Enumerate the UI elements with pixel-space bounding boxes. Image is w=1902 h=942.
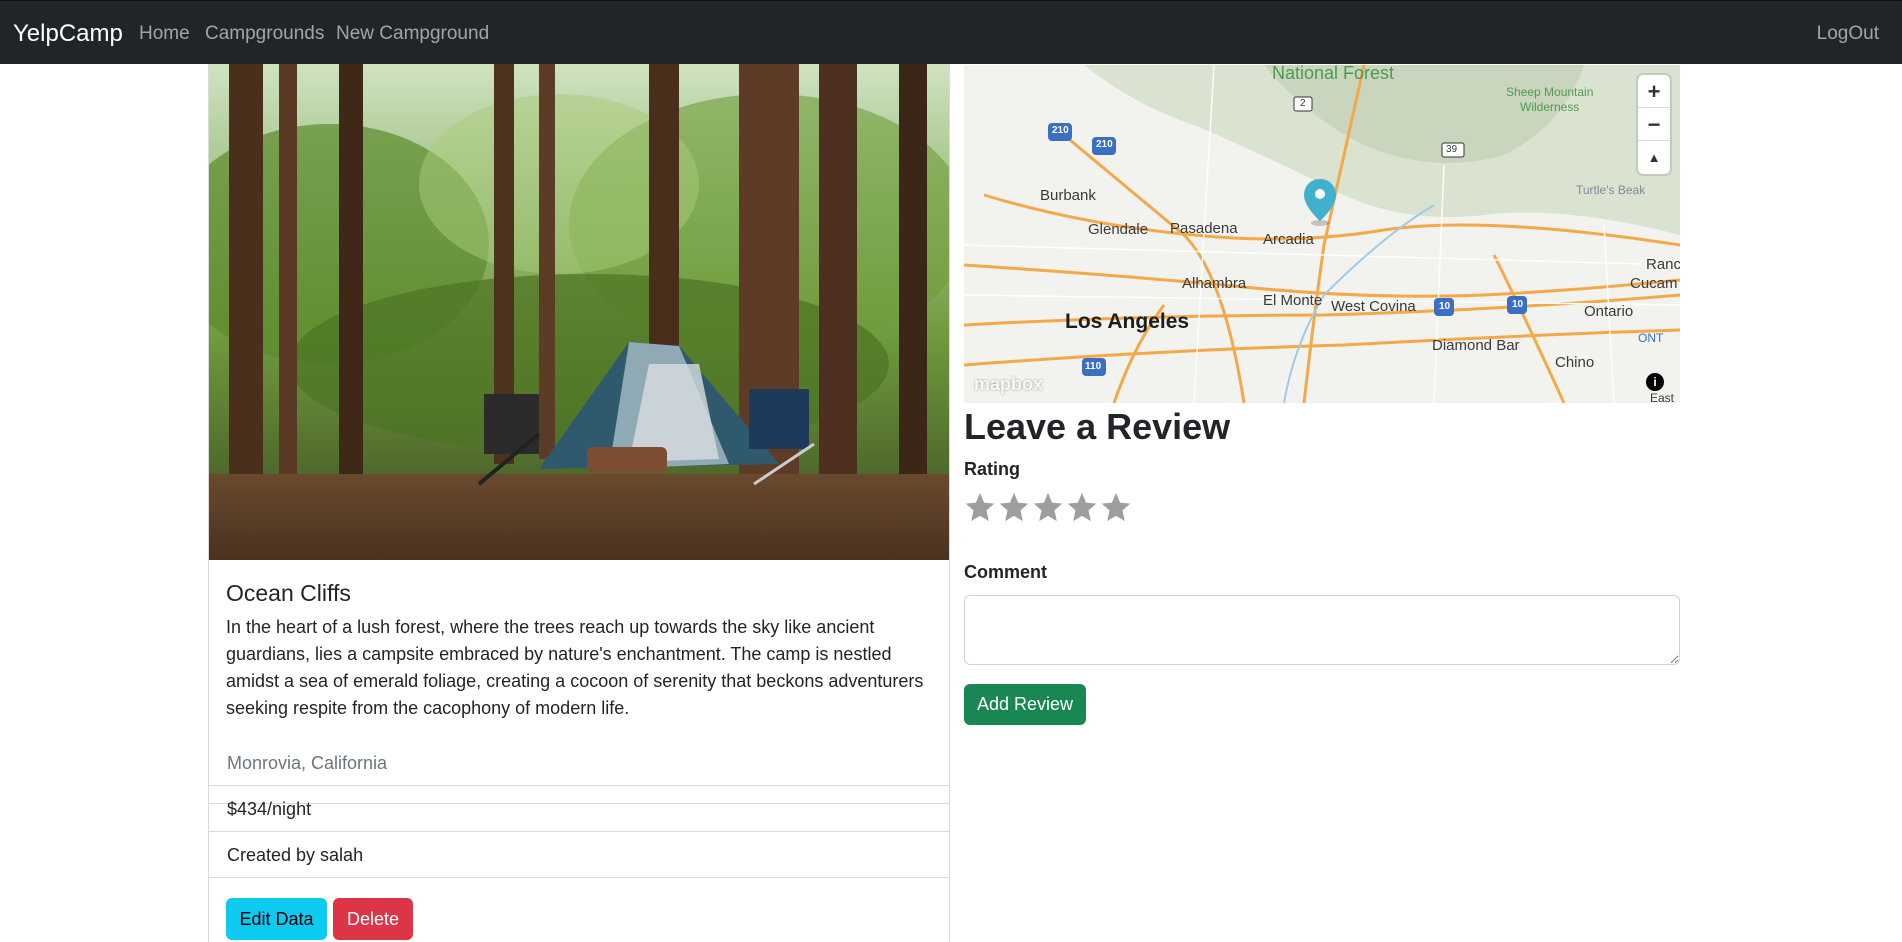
mapbox-logo[interactable]: mapbox (974, 374, 1043, 395)
zoom-out-button[interactable]: − (1638, 108, 1670, 141)
zoom-in-button[interactable]: + (1638, 75, 1670, 108)
map-label-national-forest: National Forest (1272, 65, 1395, 83)
add-review-button[interactable]: Add Review (964, 684, 1086, 725)
map-label-alhambra: Alhambra (1182, 275, 1247, 292)
map-label-sheep-mountain: Sheep Mountain (1506, 85, 1594, 99)
map-label-burbank: Burbank (1040, 187, 1096, 204)
map-label-ranc: Ranc (1646, 256, 1680, 273)
campground-location: Monrovia, California (209, 740, 949, 786)
nav-campgrounds-link[interactable]: Campgrounds (205, 23, 324, 45)
rating-label: Rating (964, 459, 1020, 479)
star-rating[interactable] (963, 490, 1133, 526)
map-shield-210-a: 210 (1052, 125, 1069, 136)
map-label-diamond-bar: Diamond Bar (1432, 337, 1520, 354)
star-4-icon[interactable] (1065, 490, 1099, 524)
campground-title: Ocean Cliffs (226, 580, 351, 606)
info-icon[interactable]: i (1646, 373, 1664, 391)
nav-home-link[interactable]: Home (139, 23, 190, 45)
nav-logout-link[interactable]: LogOut (1817, 23, 1879, 45)
map-shield-2: 2 (1300, 98, 1306, 109)
review-heading: Leave a Review (964, 406, 1231, 447)
map-label-el-monte: El Monte (1263, 292, 1323, 309)
comment-label: Comment (964, 562, 1048, 582)
map-label-pasadena: Pasadena (1170, 220, 1238, 237)
map-label-wilderness: Wilderness (1520, 100, 1580, 114)
map-controls: + − ▲ (1638, 75, 1670, 174)
campground-map[interactable]: National Forest Sheep Mountain Wildernes… (964, 65, 1680, 403)
campground-author: Created by salah (209, 832, 949, 878)
map-shield-210-b: 210 (1096, 139, 1113, 150)
map-label-arcadia: Arcadia (1263, 231, 1314, 248)
map-label-ontario: Ontario (1584, 303, 1634, 320)
map-tiles (964, 65, 1680, 403)
map-label-glendale: Glendale (1088, 221, 1149, 238)
map-shield-10-a: 10 (1439, 301, 1451, 312)
navbar: YelpCamp Home Campgrounds New Campground… (0, 0, 1902, 64)
campground-photo (209, 64, 949, 560)
compass-button[interactable]: ▲ (1638, 141, 1670, 174)
brand-link[interactable]: YelpCamp (13, 20, 123, 48)
map-label-los-angeles: Los Angeles (1065, 310, 1190, 333)
map-label-turtles-beak: Turtle's Beak (1576, 183, 1646, 197)
star-2-icon[interactable] (997, 490, 1031, 524)
star-1-icon[interactable] (963, 490, 997, 524)
map-shield-39: 39 (1446, 144, 1458, 155)
delete-button[interactable]: Delete (333, 898, 413, 940)
map-label-east: East (1650, 391, 1675, 403)
star-5-icon[interactable] (1099, 490, 1133, 524)
nav-new-campground-link[interactable]: New Campground (336, 23, 489, 45)
map-shield-10-b: 10 (1512, 299, 1524, 310)
map-label-ont: ONT (1638, 331, 1664, 345)
edit-button[interactable]: Edit Data (226, 898, 327, 940)
map-shield-110: 110 (1085, 361, 1102, 372)
comment-textarea[interactable] (964, 595, 1680, 665)
map-label-chino: Chino (1555, 354, 1595, 371)
star-3-icon[interactable] (1031, 490, 1065, 524)
map-label-cucam: Cucam (1630, 275, 1678, 292)
map-label-west-covina: West Covina (1331, 298, 1416, 315)
campground-price: $434/night (209, 786, 949, 832)
campground-description: In the heart of a lush forest, where the… (226, 617, 924, 718)
